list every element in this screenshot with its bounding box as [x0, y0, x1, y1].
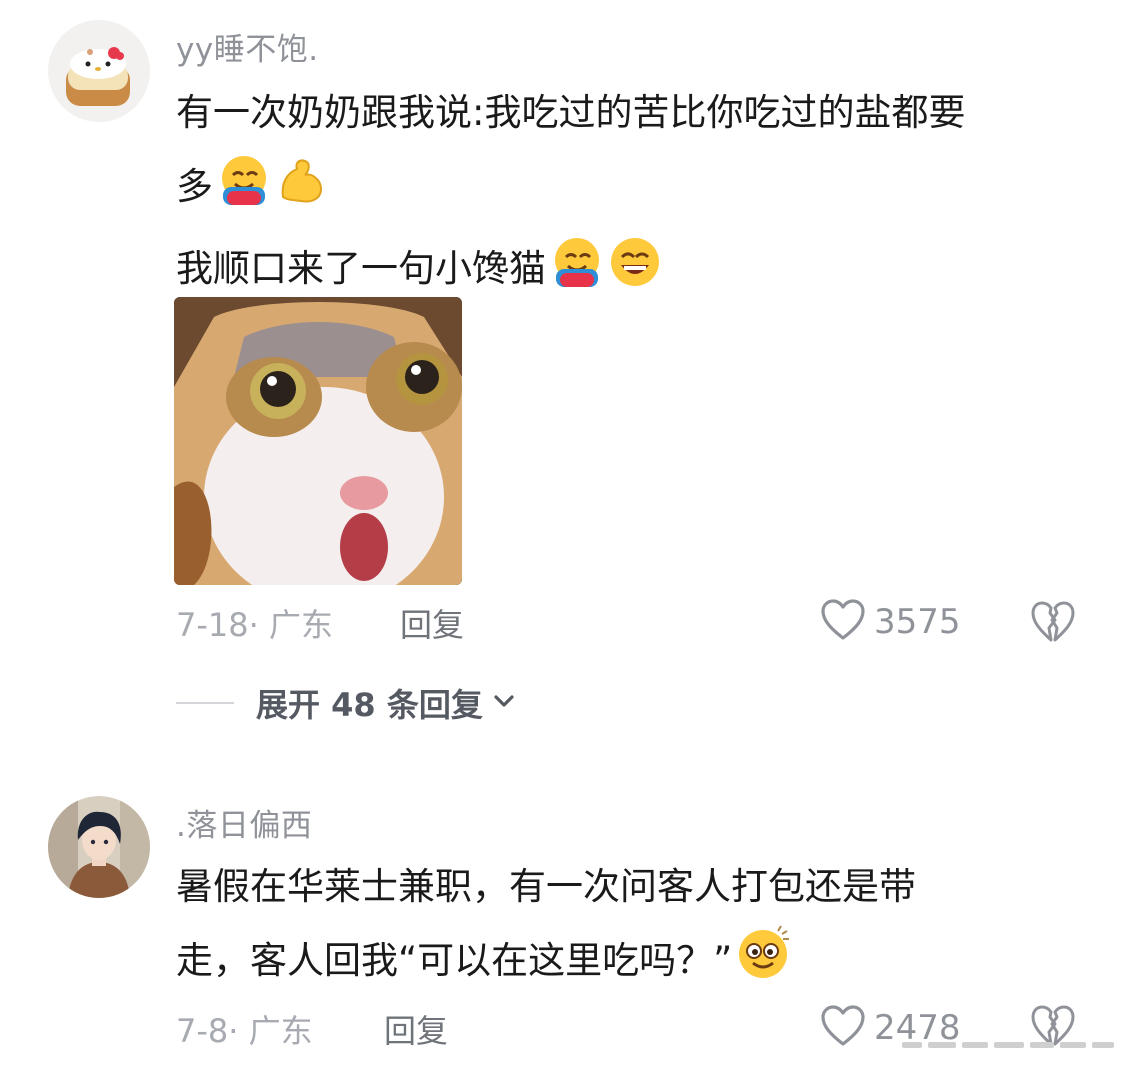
comment-text-line: 多	[176, 150, 965, 232]
comment-text: 有一次奶奶跟我说:我吃过的苦比你吃过的盐都要 多 我顺口来了一句小馋猫	[176, 76, 965, 314]
date-location: 7-18· 广东	[176, 606, 333, 644]
dislike-button[interactable]	[1030, 600, 1076, 648]
comment-image[interactable]	[174, 297, 462, 585]
chevron-down-icon	[493, 693, 515, 713]
reply-button[interactable]: 回复	[400, 600, 464, 646]
avatar-image	[48, 796, 150, 898]
broken-heart-icon	[1030, 601, 1076, 648]
dizzy-face-emoji	[736, 925, 792, 1006]
expand-replies-button[interactable]: 展开 48 条回复	[176, 680, 515, 726]
expand-replies-label: 展开 48 条回复	[256, 686, 483, 724]
heart-outline-icon	[820, 1004, 866, 1052]
heart-outline-icon	[820, 598, 866, 646]
comment-text: 暑假在华莱士兼职，有一次问客人打包还是带 走，客人回我“可以在这里吃吗？”	[176, 850, 916, 1006]
like-count: 3575	[874, 602, 961, 642]
username[interactable]: yy睡不饱.	[176, 24, 319, 69]
watermark-mark	[902, 1042, 922, 1048]
expand-divider	[176, 702, 234, 704]
comment-text-fragment: 走，客人回我“可以在这里吃吗？”	[176, 939, 733, 982]
watermark-mark	[1060, 1042, 1086, 1048]
date-location: 7-8· 广东	[176, 1012, 313, 1050]
watermark-mark	[994, 1042, 1024, 1048]
avatar-image	[48, 20, 150, 122]
grinning-squinting-face-emoji	[608, 235, 662, 314]
watermark-mark	[1030, 1042, 1054, 1048]
watermark	[902, 1032, 1116, 1058]
comment-text-line: 暑假在华莱士兼职，有一次问客人打包还是带	[176, 865, 916, 908]
username[interactable]: .落日偏西	[176, 800, 312, 845]
comment-text-line: 走，客人回我“可以在这里吃吗？”	[176, 924, 916, 1006]
hugging-face-emoji	[550, 235, 604, 314]
watermark-mark	[962, 1042, 988, 1048]
reply-button[interactable]: 回复	[384, 1006, 448, 1052]
avatar[interactable]	[48, 796, 150, 898]
comment-text-fragment: 多	[176, 165, 213, 208]
flexed-biceps-emoji	[275, 153, 329, 232]
comment-text-fragment: 我顺口来了一句小馋猫	[176, 247, 546, 290]
hugging-face-emoji	[217, 153, 271, 232]
cat-photo	[174, 297, 462, 585]
like-button[interactable]: 3575	[820, 598, 961, 646]
watermark-mark	[928, 1042, 956, 1048]
comment-text-line: 有一次奶奶跟我说:我吃过的苦比你吃过的盐都要	[176, 91, 966, 134]
watermark-mark	[1092, 1042, 1114, 1048]
avatar[interactable]	[48, 20, 150, 122]
